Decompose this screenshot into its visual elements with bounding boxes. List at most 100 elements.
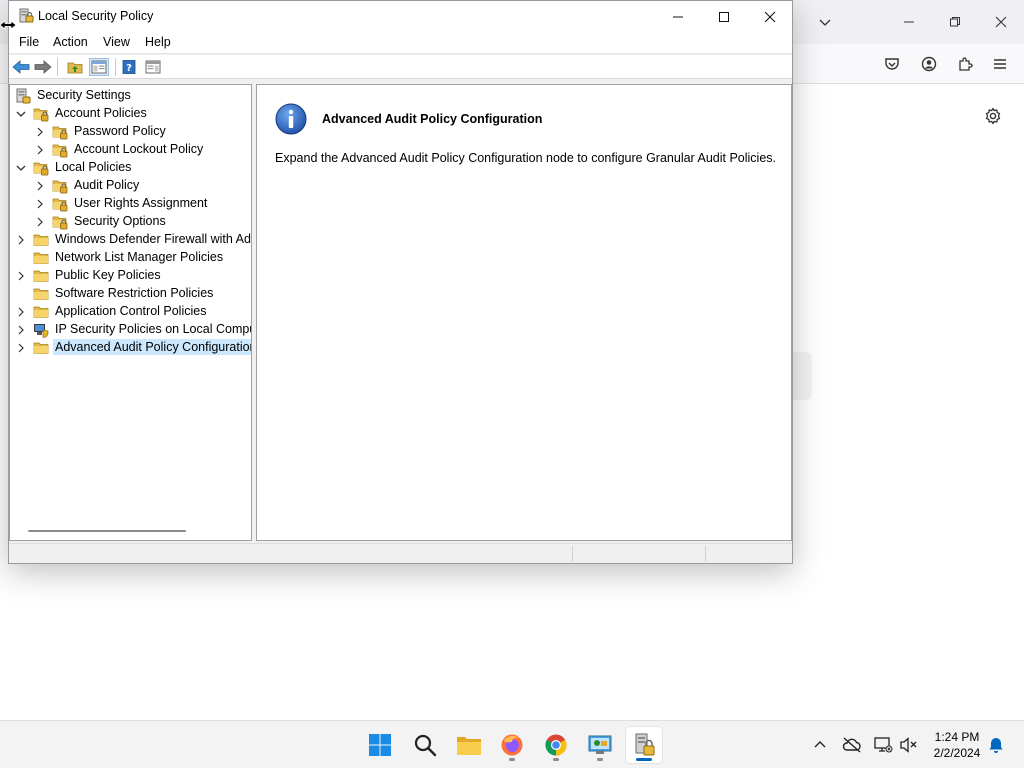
menu-action[interactable]: Action — [51, 35, 90, 49]
chevron-down-icon[interactable] — [16, 163, 26, 173]
chevron-right-icon[interactable] — [35, 199, 45, 209]
tree-item-label: Account Policies — [55, 106, 147, 120]
back-button[interactable] — [11, 58, 31, 76]
tree-item-label: Public Key Policies — [55, 268, 161, 282]
minimize-button[interactable] — [655, 1, 701, 32]
tree-item-label: Password Policy — [74, 124, 166, 138]
start-button[interactable] — [362, 727, 398, 763]
policy-folder-icon — [52, 142, 68, 158]
background-panel-tab — [792, 352, 812, 400]
menu-help[interactable]: Help — [143, 35, 173, 49]
folder-icon — [33, 250, 49, 266]
tree-item[interactable]: Audit Policy — [10, 177, 251, 195]
account-icon[interactable] — [918, 53, 940, 75]
forward-button[interactable] — [33, 58, 53, 76]
tree-item[interactable]: Advanced Audit Policy Configuration — [10, 339, 251, 357]
tree-item[interactable]: Application Control Policies — [10, 303, 251, 321]
chevron-right-icon[interactable] — [35, 217, 45, 227]
show-hide-console-tree-icon[interactable] — [89, 58, 109, 76]
status-cell — [705, 546, 706, 562]
browser-close-button[interactable] — [990, 11, 1012, 33]
chevron-right-icon[interactable] — [16, 325, 26, 335]
pocket-icon[interactable] — [881, 53, 903, 75]
chrome-icon — [545, 734, 567, 756]
tree-item[interactable]: Network List Manager Policies — [10, 249, 251, 267]
control-panel-button[interactable] — [582, 727, 618, 763]
search-icon — [414, 734, 437, 757]
system-clock[interactable]: 1:24 PM 2/2/2024 — [926, 729, 988, 761]
chevron-right-icon[interactable] — [16, 343, 26, 353]
chevron-right-icon[interactable] — [16, 271, 26, 281]
policy-folder-icon — [52, 196, 68, 212]
tree-item-label: Advanced Audit Policy Configuration — [53, 339, 251, 355]
gear-icon[interactable] — [982, 105, 1004, 127]
clock-date: 2/2/2024 — [933, 746, 981, 760]
volume-muted-icon[interactable] — [899, 735, 919, 755]
tree-item[interactable]: User Rights Assignment — [10, 195, 251, 213]
tree-item[interactable]: Security Settings — [10, 87, 251, 105]
maximize-button[interactable] — [701, 1, 747, 32]
horizontal-scrollbar[interactable] — [28, 530, 186, 532]
folder-icon — [33, 286, 49, 302]
chevron-down-icon[interactable] — [16, 109, 26, 119]
menu-bar: File Action View Help — [9, 32, 792, 54]
tree-item[interactable]: Account Policies — [10, 105, 251, 123]
menu-view[interactable]: View — [101, 35, 132, 49]
tree-item[interactable]: Local Policies — [10, 159, 251, 177]
show-hidden-icons-chevron-up-icon[interactable] — [810, 735, 830, 755]
notifications-bell-icon[interactable] — [986, 735, 1006, 755]
firefox-icon — [501, 734, 523, 756]
window-title: Local Security Policy — [38, 9, 154, 23]
menu-file[interactable]: File — [17, 35, 41, 49]
chevron-right-icon[interactable] — [16, 307, 26, 317]
chevron-down-icon[interactable] — [814, 11, 836, 33]
control-panel-icon — [588, 735, 612, 754]
running-indicator — [509, 758, 515, 761]
console-tree[interactable]: Security Settings Account Policies Passwor… — [9, 84, 252, 541]
local-security-policy-window: Local Security Policy File Action View H… — [8, 0, 793, 564]
start-icon — [369, 734, 391, 756]
window-titlebar[interactable]: Local Security Policy — [9, 1, 792, 32]
tree-item-label: Audit Policy — [74, 178, 140, 192]
show-hide-action-pane-icon[interactable] — [143, 58, 163, 76]
policy-folder-icon — [33, 160, 49, 176]
tree-item[interactable]: Windows Defender Firewall with Adva — [10, 231, 251, 249]
browser-minimize-button[interactable] — [898, 11, 920, 33]
extensions-icon[interactable] — [954, 53, 976, 75]
chevron-right-icon[interactable] — [16, 235, 26, 245]
onedrive-offline-icon[interactable] — [842, 735, 862, 755]
chrome-button[interactable] — [538, 727, 574, 763]
tree-item-label: Local Policies — [55, 160, 132, 174]
menu-icon[interactable] — [989, 53, 1011, 75]
file-explorer-button[interactable] — [451, 727, 487, 763]
clock-time: 1:24 PM — [934, 730, 980, 744]
chevron-right-icon[interactable] — [35, 181, 45, 191]
tree-item-label: Account Lockout Policy — [74, 142, 204, 156]
chevron-right-icon[interactable] — [35, 127, 45, 137]
tree-item-label: Security Options — [74, 214, 166, 228]
chevron-right-icon[interactable] — [35, 145, 45, 155]
toolbar: ? — [9, 55, 792, 79]
tree-item[interactable]: Software Restriction Policies — [10, 285, 251, 303]
up-one-level-icon[interactable] — [65, 58, 85, 76]
tree-item[interactable]: Account Lockout Policy — [10, 141, 251, 159]
close-button[interactable] — [747, 1, 793, 32]
folder-icon — [33, 232, 49, 248]
status-cell — [572, 546, 573, 562]
browser-restore-button[interactable] — [944, 11, 966, 33]
toolbar-separator — [115, 58, 116, 76]
tree-item[interactable]: Public Key Policies — [10, 267, 251, 285]
tree-item[interactable]: Security Options — [10, 213, 251, 231]
tree-item[interactable]: Password Policy — [10, 123, 251, 141]
info-icon — [275, 103, 307, 135]
result-description: Expand the Advanced Audit Policy Configu… — [275, 151, 777, 165]
firefox-button[interactable] — [494, 727, 530, 763]
tree-item[interactable]: IP Security Policies on Local Compute — [10, 321, 251, 339]
help-icon[interactable]: ? — [119, 58, 139, 76]
local-security-policy-taskbar-button[interactable] — [626, 727, 662, 763]
network-icon[interactable] — [873, 735, 893, 755]
folder-icon — [33, 304, 49, 320]
result-pane: Advanced Audit Policy Configuration Expa… — [256, 84, 792, 541]
ip-security-icon — [33, 322, 49, 338]
search-button[interactable] — [407, 727, 443, 763]
